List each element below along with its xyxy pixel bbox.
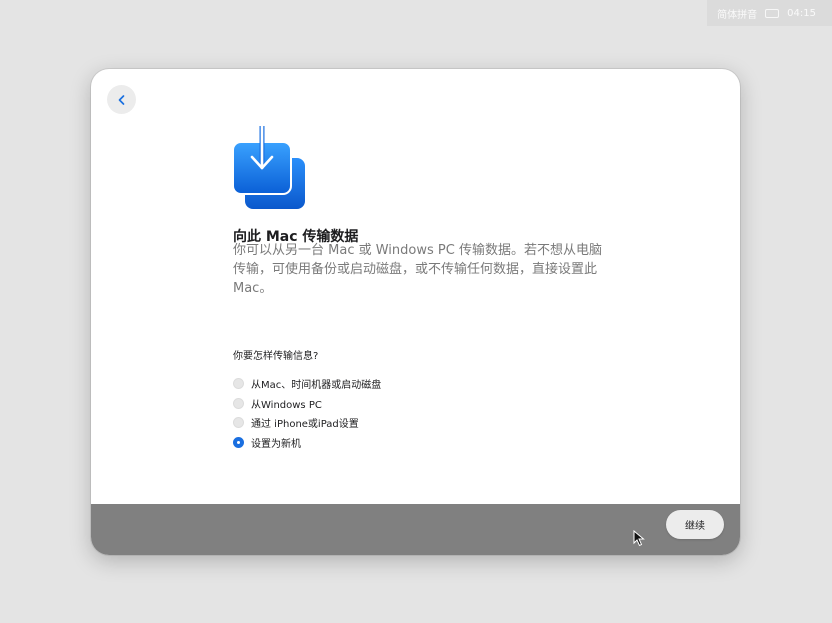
option-set-up-as-new[interactable]: 设置为新机 — [233, 433, 381, 453]
radio-button[interactable] — [233, 417, 244, 429]
input-method-label[interactable]: 简体拼音 — [717, 6, 757, 21]
mouse-cursor-icon — [633, 530, 645, 547]
chevron-left-icon — [118, 94, 124, 105]
back-button[interactable] — [107, 85, 136, 114]
option-from-mac[interactable]: 从Mac、时间机器或启动磁盘 — [233, 374, 381, 394]
option-label: 从Mac、时间机器或启动磁盘 — [251, 380, 382, 392]
option-label: 通过 iPhone或iPad设置 — [251, 419, 359, 431]
radio-button-selected[interactable] — [233, 436, 244, 448]
migration-assistant-window: 向此 Mac 传输数据 你可以从另一台 Mac 或 Windows PC 传输数… — [91, 69, 740, 555]
option-label: 设置为新机 — [251, 438, 301, 450]
clock[interactable]: 04:15 — [787, 8, 816, 19]
radio-button[interactable] — [233, 378, 244, 390]
transfer-options: 从Mac、时间机器或启动磁盘 从Windows PC 通过 iPhone或iPa… — [233, 374, 381, 452]
option-label: 从Windows PC — [251, 399, 322, 411]
page-description: 你可以从另一台 Mac 或 Windows PC 传输数据。若不想从电脑传输，可… — [233, 243, 602, 296]
download-to-mac-icon — [232, 126, 305, 209]
radio-button[interactable] — [233, 397, 244, 409]
continue-button[interactable]: 继续 — [666, 510, 724, 539]
menu-bar: 简体拼音 04:15 — [707, 0, 832, 26]
option-from-windows-pc[interactable]: 从Windows PC — [233, 394, 381, 414]
option-from-iphone-ipad[interactable]: 通过 iPhone或iPad设置 — [233, 413, 381, 433]
transfer-question: 你要怎样传输信息? — [233, 351, 319, 362]
keyboard-icon[interactable] — [765, 8, 780, 18]
